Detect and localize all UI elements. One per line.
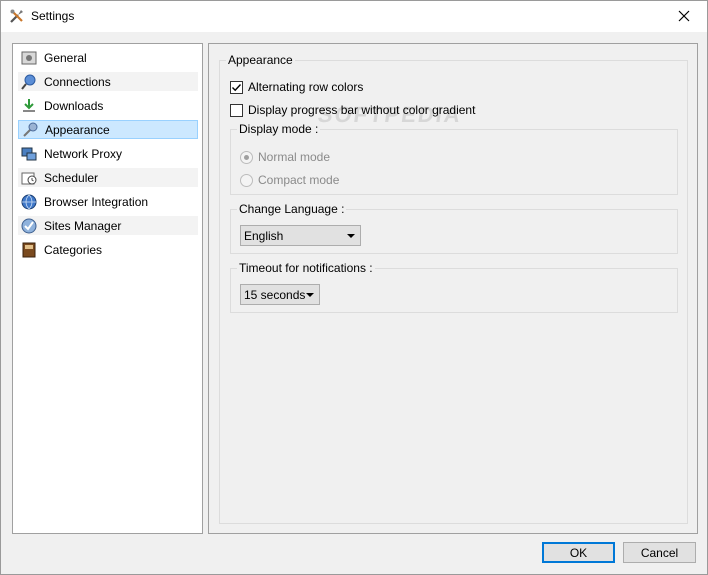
sidebar-item-browser-integration[interactable]: Browser Integration (18, 192, 198, 211)
settings-window: Settings General Connections Downloads A… (0, 0, 708, 575)
sidebar-item-categories[interactable]: Categories (18, 240, 198, 259)
sidebar-item-downloads[interactable]: Downloads (18, 96, 198, 115)
title-bar: Settings (1, 1, 707, 32)
chevron-down-icon (347, 234, 355, 238)
notification-timeout-group: Timeout for notifications : 15 seconds (230, 261, 678, 313)
alternating-row-colors-label: Alternating row colors (248, 80, 364, 94)
sidebar-item-label: Sites Manager (44, 218, 122, 233)
normal-mode-radio[interactable] (240, 150, 253, 164)
network-proxy-icon (21, 147, 37, 160)
normal-mode-option[interactable]: Normal mode (240, 150, 330, 164)
appearance-icon (23, 122, 38, 137)
appearance-group-title: Appearance (226, 53, 295, 67)
sidebar-item-label: Downloads (44, 98, 104, 113)
language-value: English (244, 228, 284, 243)
notification-timeout-title: Timeout for notifications : (237, 261, 375, 275)
display-mode-title: Display mode : (237, 122, 321, 136)
compact-mode-label: Compact mode (258, 173, 340, 187)
close-icon (678, 10, 690, 22)
appearance-settings-panel: SOFTPEDIA Appearance Alternating row col… (208, 43, 698, 534)
categories-icon (22, 242, 36, 257)
ok-button[interactable]: OK (542, 542, 615, 563)
close-button[interactable] (661, 1, 707, 31)
window-title: Settings (31, 9, 75, 23)
general-icon (21, 51, 37, 64)
sidebar-item-label: General (44, 50, 87, 65)
sidebar-item-connections[interactable]: Connections (18, 72, 198, 91)
downloads-icon (23, 98, 35, 112)
alternating-row-colors-checkbox[interactable] (230, 80, 243, 94)
progress-without-gradient-checkbox[interactable] (230, 103, 243, 117)
sidebar-item-appearance[interactable]: Appearance (18, 120, 198, 139)
notification-timeout-value: 15 seconds (244, 287, 306, 302)
sidebar-item-network-proxy[interactable]: Network Proxy (18, 144, 198, 163)
connections-icon (21, 74, 36, 90)
normal-mode-label: Normal mode (258, 150, 331, 164)
chevron-down-icon (306, 293, 314, 297)
scheduler-icon (21, 172, 37, 184)
sidebar-item-label: Scheduler (44, 170, 99, 185)
sidebar-item-scheduler[interactable]: Scheduler (18, 168, 198, 187)
sidebar-item-general[interactable]: General (18, 48, 198, 67)
notification-timeout-dropdown[interactable]: 15 seconds (240, 284, 320, 305)
checkmark-icon (232, 83, 242, 91)
sidebar-item-label: Network Proxy (44, 146, 123, 161)
appearance-group: Appearance Alternating row colors Displa… (219, 53, 688, 524)
sidebar-item-label: Connections (44, 74, 111, 89)
language-dropdown[interactable]: English (240, 225, 361, 246)
progress-without-gradient-label: Display progress bar without color gradi… (248, 103, 476, 117)
change-language-title: Change Language : (237, 202, 347, 216)
cancel-button[interactable]: Cancel (623, 542, 696, 563)
sidebar-item-label: Browser Integration (44, 194, 149, 209)
settings-category-list: General Connections Downloads Appearance (12, 43, 203, 534)
change-language-group: Change Language : English (230, 202, 678, 254)
alternating-row-colors-option[interactable]: Alternating row colors (230, 80, 363, 94)
display-mode-group: Display mode : Normal mode Compact mode (230, 122, 678, 195)
progress-without-gradient-option[interactable]: Display progress bar without color gradi… (230, 103, 475, 117)
compact-mode-radio[interactable] (240, 173, 253, 187)
sidebar-item-sites-manager[interactable]: Sites Manager (18, 216, 198, 235)
compact-mode-option[interactable]: Compact mode (240, 173, 339, 187)
browser-integration-icon (21, 194, 37, 209)
sites-manager-icon (21, 218, 37, 233)
sidebar-item-label: Appearance (45, 122, 110, 137)
tools-icon (9, 8, 25, 24)
sidebar-item-label: Categories (44, 242, 103, 257)
